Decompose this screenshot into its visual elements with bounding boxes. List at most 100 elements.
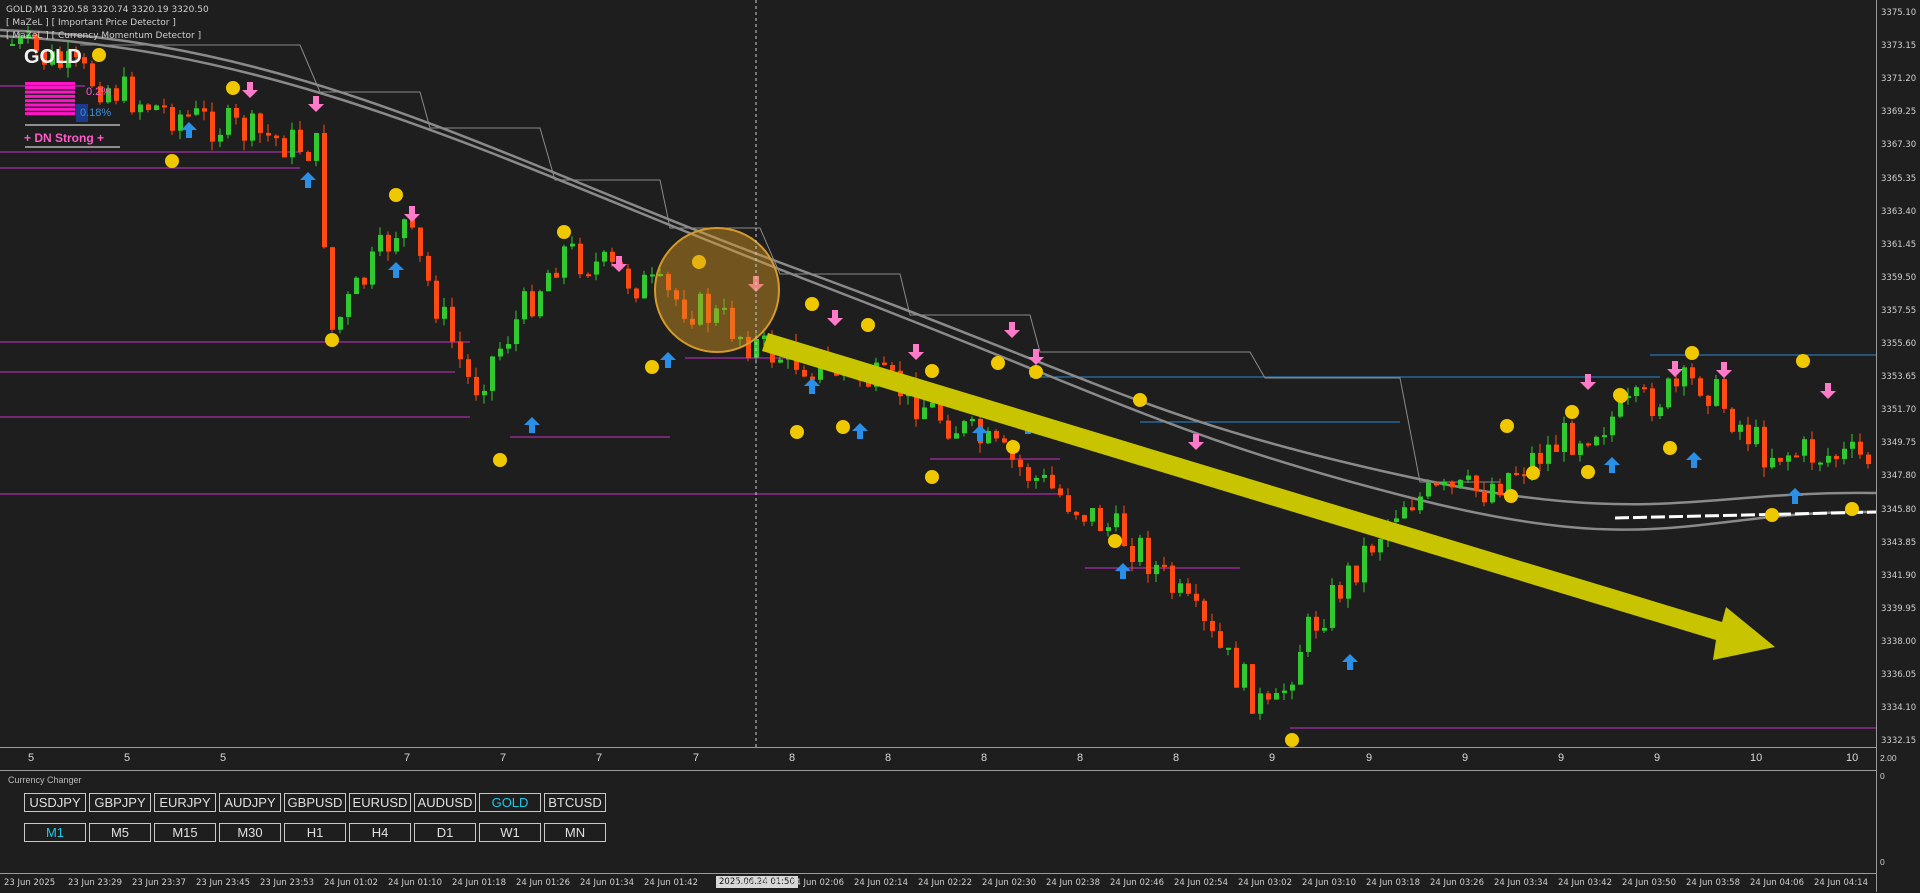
candle <box>1650 382 1655 422</box>
candle <box>314 132 319 167</box>
time-tick-label: 24 Jun 01:02 <box>324 878 378 888</box>
time-tick-label: 23 Jun 2025 <box>4 878 56 888</box>
candle <box>562 244 567 285</box>
indicator-value: 9 <box>1366 752 1373 764</box>
price-tick-label: 3345.80 <box>1881 504 1917 515</box>
candle <box>138 100 143 120</box>
candle <box>498 342 503 361</box>
candle <box>1770 448 1775 470</box>
candle <box>258 112 263 143</box>
time-tick-label: 24 Jun 04:06 <box>1750 878 1804 888</box>
momentum-bar <box>25 94 75 98</box>
time-tick-label: 24 Jun 03:58 <box>1686 878 1740 888</box>
candle <box>1514 466 1519 477</box>
candle <box>1642 384 1647 393</box>
signal-marker-icon <box>1500 419 1514 433</box>
timeframe-button-row: M1 M5 M15 M30 H1 H4 D1 W1 MN <box>24 823 606 842</box>
buy-arrow-icon <box>1686 452 1702 468</box>
candle <box>570 236 575 250</box>
candle <box>1234 641 1239 688</box>
signal-marker-icon <box>836 420 850 434</box>
time-tick-label: 23 Jun 23:29 <box>68 878 122 888</box>
momentum-bar <box>25 90 75 94</box>
subpanel-scale-label: 0 <box>1880 857 1885 867</box>
timeframe-button-m5[interactable]: M5 <box>89 823 151 842</box>
candle <box>538 289 543 319</box>
candle <box>1802 436 1807 463</box>
price-tick-label: 3341.90 <box>1881 570 1917 581</box>
sell-arrow-icon <box>1580 374 1596 390</box>
candle <box>626 264 631 295</box>
candle <box>1826 447 1831 467</box>
symbol-button-audjpy[interactable]: AUDJPY <box>219 793 281 812</box>
price-tick-label: 3375.10 <box>1881 8 1917 18</box>
candle <box>242 115 247 151</box>
candle <box>1690 363 1695 385</box>
candle <box>1810 431 1815 471</box>
candle <box>1706 394 1711 415</box>
symbol-button-gold[interactable]: GOLD <box>479 793 541 812</box>
price-tick-label: 3339.95 <box>1881 603 1917 614</box>
timeframe-button-m1[interactable]: M1 <box>24 823 86 842</box>
symbol-button-usdjpy[interactable]: USDJPY <box>24 793 86 812</box>
candle <box>1842 441 1847 465</box>
momentum-bar <box>25 99 75 103</box>
symbol-button-btcusd[interactable]: BTCUSD <box>544 793 606 812</box>
time-tick-label: 24 Jun 02:22 <box>918 878 972 888</box>
time-axis[interactable]: 2025.06.24 01:50 23 Jun 2025 23 Jun 23:29… <box>0 873 1876 893</box>
price-tick-label: 3367.30 <box>1881 140 1917 151</box>
timeframe-button-h1[interactable]: H1 <box>284 823 346 842</box>
timeframe-button-mn[interactable]: MN <box>544 823 606 842</box>
candle <box>1290 681 1295 700</box>
timeframe-button-m15[interactable]: M15 <box>154 823 216 842</box>
signal-marker-icon <box>1663 441 1677 455</box>
indicator-value: 7 <box>693 752 700 764</box>
candle <box>1242 662 1247 691</box>
signal-marker-icon <box>925 364 939 378</box>
symbol-button-eurjpy[interactable]: EURJPY <box>154 793 216 812</box>
currency-changer-title: Currency Changer <box>8 775 82 785</box>
candle <box>194 100 199 117</box>
momentum-symbol: GOLD <box>24 46 82 68</box>
candle <box>442 297 447 326</box>
candle <box>1850 433 1855 459</box>
time-tick-label: 24 Jun 02:14 <box>854 878 908 888</box>
candle <box>1282 683 1287 700</box>
indicator-value: 8 <box>981 752 988 764</box>
candle <box>1698 376 1703 398</box>
candle <box>1570 420 1575 456</box>
signal-marker-icon <box>226 81 240 95</box>
signal-marker-icon <box>493 453 507 467</box>
momentum-pct-up: 0.2% <box>86 86 112 98</box>
candle <box>946 414 951 441</box>
candle <box>1082 514 1087 526</box>
price-chart[interactable] <box>0 0 1876 747</box>
symbol-button-gbpjpy[interactable]: GBPJPY <box>89 793 151 812</box>
symbol-button-gbpusd[interactable]: GBPUSD <box>284 793 346 812</box>
symbol-button-audusd[interactable]: AUDUSD <box>414 793 476 812</box>
price-tick-label: 3361.45 <box>1881 239 1917 250</box>
indicator-value: 8 <box>789 752 796 764</box>
candle <box>1722 372 1727 414</box>
candle <box>450 297 455 349</box>
candle <box>1322 618 1327 634</box>
indicator-value: 5 <box>124 752 131 764</box>
candle <box>1658 403 1663 419</box>
candle <box>482 384 487 404</box>
candle <box>210 102 215 151</box>
symbol-button-eurusd[interactable]: EURUSD <box>349 793 411 812</box>
candle <box>1170 562 1175 600</box>
price-tick-label: 3371.20 <box>1881 74 1917 85</box>
timeframe-button-d1[interactable]: D1 <box>414 823 476 842</box>
candle <box>122 67 127 104</box>
timeframe-button-h4[interactable]: H4 <box>349 823 411 842</box>
timeframe-button-w1[interactable]: W1 <box>479 823 541 842</box>
timeframe-button-m30[interactable]: M30 <box>219 823 281 842</box>
time-tick-label: 24 Jun 02:46 <box>1110 878 1164 888</box>
chart-area[interactable]: GOLD,M1 3320.58 3320.74 3320.19 3320.50 … <box>0 0 1876 747</box>
signal-marker-icon <box>1613 388 1627 402</box>
symbol-button-row: USDJPY GBPJPY EURJPY AUDJPY GBPUSD EURUSD AUDU… <box>24 793 606 812</box>
momentum-bar <box>25 112 75 116</box>
buy-arrow-icon <box>660 352 676 368</box>
signal-marker-icon <box>1685 346 1699 360</box>
